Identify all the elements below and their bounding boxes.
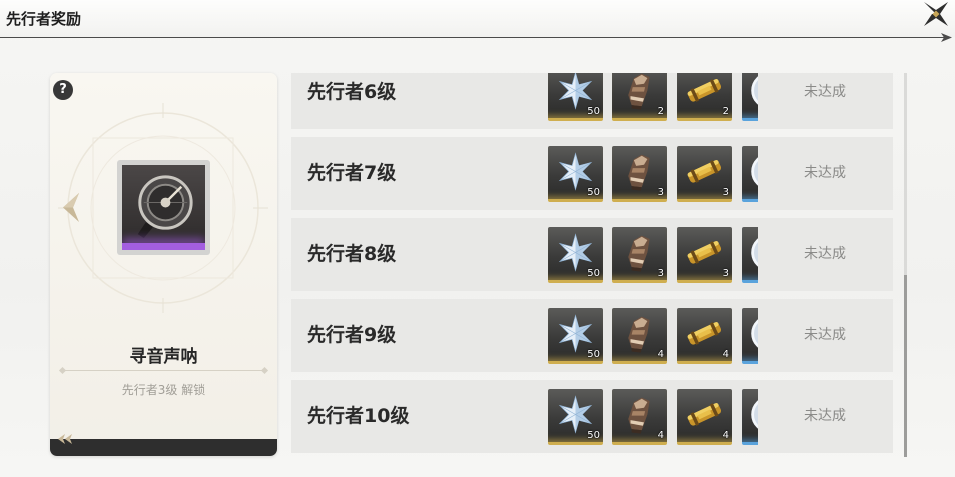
reward-row-level-10: 先行者10级 50 4 4 未达成	[291, 380, 893, 453]
status-label: 未达成	[804, 165, 846, 181]
status-label: 未达成	[804, 408, 846, 424]
divider	[62, 370, 265, 371]
item-count: 50	[587, 106, 600, 117]
reward-preview-card: ? 寻音声呐 先行者3级 解锁	[50, 73, 277, 456]
close-icon	[924, 2, 948, 26]
row-level-label: 先行者7级	[307, 162, 397, 184]
item-count: 4	[722, 349, 729, 360]
reward-list[interactable]: 先行者6级 50 2 2 未达成 先行者7级 50 3 3 未达成 先行者8级 …	[291, 73, 893, 457]
reward-row-level-6: 先行者6级 50 2 2 未达成	[291, 73, 893, 129]
reward-item-tile[interactable]: 4	[677, 308, 732, 364]
rarity-bar	[122, 243, 205, 250]
item-count: 3	[657, 268, 664, 279]
reward-row-level-9: 先行者9级 50 4 4 未达成	[291, 299, 893, 372]
reward-item-tile[interactable]	[742, 73, 758, 121]
reward-item-tile[interactable]: 3	[677, 227, 732, 283]
row-level-label: 先行者6级	[307, 81, 397, 103]
row-level-label: 先行者8级	[307, 243, 397, 265]
reward-row-level-7: 先行者7级 50 3 3 未达成	[291, 137, 893, 210]
reward-item-tile[interactable]: 4	[677, 389, 732, 445]
reward-name: 寻音声呐	[129, 347, 198, 367]
reward-item-tile[interactable]: 50	[548, 227, 603, 283]
gauntlet-icon	[628, 73, 650, 110]
gauntlet-icon	[628, 316, 650, 353]
reward-item-tile[interactable]	[742, 227, 758, 283]
item-count: 50	[587, 268, 600, 279]
item-count: 3	[657, 187, 664, 198]
scroll-icon	[686, 158, 723, 185]
disc-icon	[751, 153, 758, 190]
row-reward-items: 50 3 3	[548, 146, 758, 202]
reward-item-tile[interactable]: 3	[677, 146, 732, 202]
reward-item-tile[interactable]: 50	[548, 73, 603, 121]
disc-icon	[751, 396, 758, 433]
reward-item-tile[interactable]	[742, 389, 758, 445]
reward-item-tile[interactable]	[742, 146, 758, 202]
item-count: 50	[587, 430, 600, 441]
status-label: 未达成	[804, 84, 846, 100]
status-label: 未达成	[804, 246, 846, 262]
row-reward-items: 50 4 4	[548, 389, 758, 445]
header-line-end-ornament	[941, 33, 952, 42]
reward-item-tile[interactable]: 4	[612, 389, 667, 445]
gauntlet-icon	[628, 397, 650, 434]
item-count: 4	[657, 430, 664, 441]
scroll-icon	[686, 320, 723, 347]
scrollbar-track[interactable]	[904, 73, 907, 457]
item-count: 2	[722, 106, 729, 117]
item-count: 3	[722, 268, 729, 279]
row-level-label: 先行者9级	[307, 324, 397, 346]
help-icon-glyph: ?	[59, 82, 67, 97]
page-title: 先行者奖励	[6, 10, 82, 28]
gauntlet-icon	[628, 154, 650, 191]
disc-icon	[751, 234, 758, 271]
double-chevron-icon	[58, 434, 72, 444]
reward-item-tile[interactable]	[117, 160, 210, 255]
reward-item-tile[interactable]: 3	[612, 146, 667, 202]
disc-icon	[751, 73, 758, 109]
item-count: 2	[657, 106, 664, 117]
reward-item-tile[interactable]: 4	[612, 308, 667, 364]
item-count: 50	[587, 349, 600, 360]
item-count: 4	[657, 349, 664, 360]
reward-item-tile[interactable]: 50	[548, 146, 603, 202]
reward-item-tile[interactable]: 3	[612, 227, 667, 283]
scroll-icon	[686, 401, 723, 428]
top-bar: 先行者奖励	[0, 0, 955, 37]
status-label: 未达成	[804, 327, 846, 343]
reward-row-level-8: 先行者8级 50 3 3 未达成	[291, 218, 893, 291]
gauntlet-icon	[628, 235, 650, 272]
row-level-label: 先行者10级	[307, 405, 410, 427]
reward-item-tile[interactable]: 50	[548, 389, 603, 445]
item-count: 4	[722, 430, 729, 441]
item-count: 50	[587, 187, 600, 198]
sonar-disc-icon	[137, 175, 193, 239]
close-button[interactable]	[921, 0, 951, 28]
row-reward-items: 50 4 4	[548, 308, 758, 364]
scroll-icon	[686, 239, 723, 266]
row-reward-items: 50 2 2	[548, 73, 758, 121]
reward-item-image	[122, 165, 205, 250]
unlock-condition: 先行者3级 解锁	[121, 383, 206, 397]
item-count: 3	[722, 187, 729, 198]
disc-icon	[751, 315, 758, 352]
reward-item-tile[interactable]: 2	[612, 73, 667, 121]
reward-item-tile[interactable]	[742, 308, 758, 364]
reward-item-tile[interactable]: 2	[677, 73, 732, 121]
card-background-pattern	[58, 103, 268, 313]
previous-arrow-icon[interactable]	[63, 193, 79, 222]
row-reward-items: 50 3 3	[548, 227, 758, 283]
header-divider	[0, 37, 944, 38]
card-footer	[50, 439, 277, 456]
help-icon[interactable]: ?	[53, 80, 73, 100]
scrollbar-thumb[interactable]	[904, 275, 907, 457]
scroll-icon	[686, 77, 723, 104]
reward-item-tile[interactable]: 50	[548, 308, 603, 364]
